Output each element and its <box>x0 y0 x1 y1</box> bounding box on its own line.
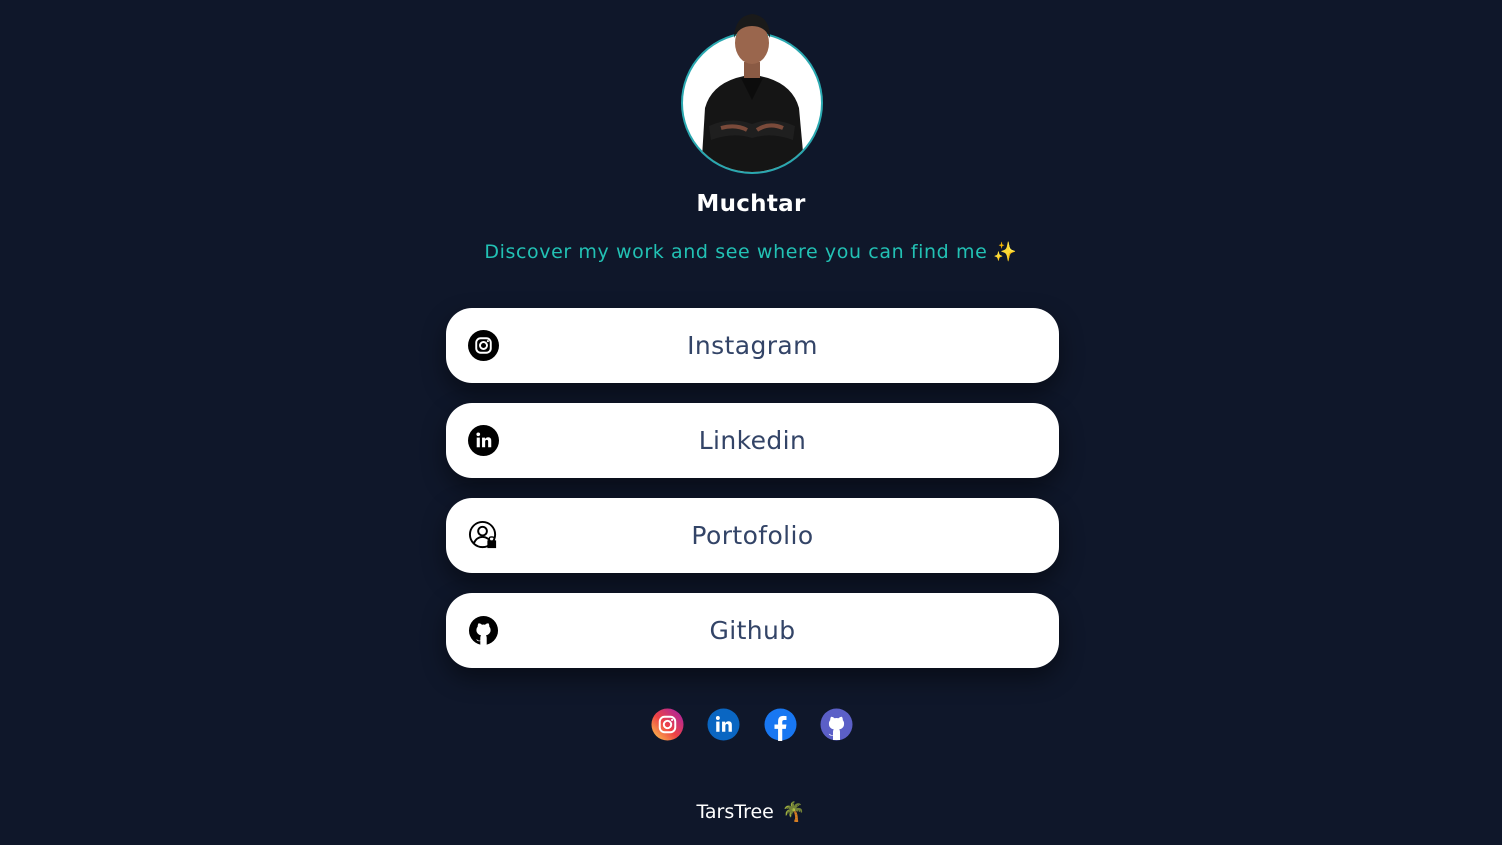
bio-label: Discover my work and see where you can f… <box>484 241 988 263</box>
facebook-icon[interactable] <box>764 708 797 741</box>
instagram-icon[interactable] <box>651 708 684 741</box>
social-icons-row <box>651 708 853 741</box>
page: Muchtar Discover my work and see where y… <box>0 0 1502 845</box>
avatar <box>701 14 805 172</box>
link-button-linkedin[interactable]: Linkedin <box>446 403 1059 478</box>
linkedin-icon[interactable] <box>707 708 740 741</box>
link-label-instagram: Instagram <box>687 331 818 360</box>
link-label-portfolio: Portofolio <box>691 521 814 550</box>
link-label-github: Github <box>709 616 796 645</box>
sparkle-icon: ✨ <box>993 241 1018 263</box>
link-label-linkedin: Linkedin <box>698 426 807 455</box>
github-icon[interactable] <box>820 708 853 741</box>
link-button-portfolio[interactable]: Portofolio <box>446 498 1059 573</box>
footer-brand-label: TarsTree <box>696 801 774 823</box>
link-button-github[interactable]: Github <box>446 593 1059 668</box>
palm-tree-icon: 🌴 <box>781 801 806 823</box>
footer-brand: TarsTree 🌴 <box>0 800 1502 823</box>
link-button-instagram[interactable]: Instagram <box>446 308 1059 383</box>
profile-name: Muchtar <box>696 191 806 217</box>
bio-text: Discover my work and see where you can f… <box>0 240 1502 263</box>
